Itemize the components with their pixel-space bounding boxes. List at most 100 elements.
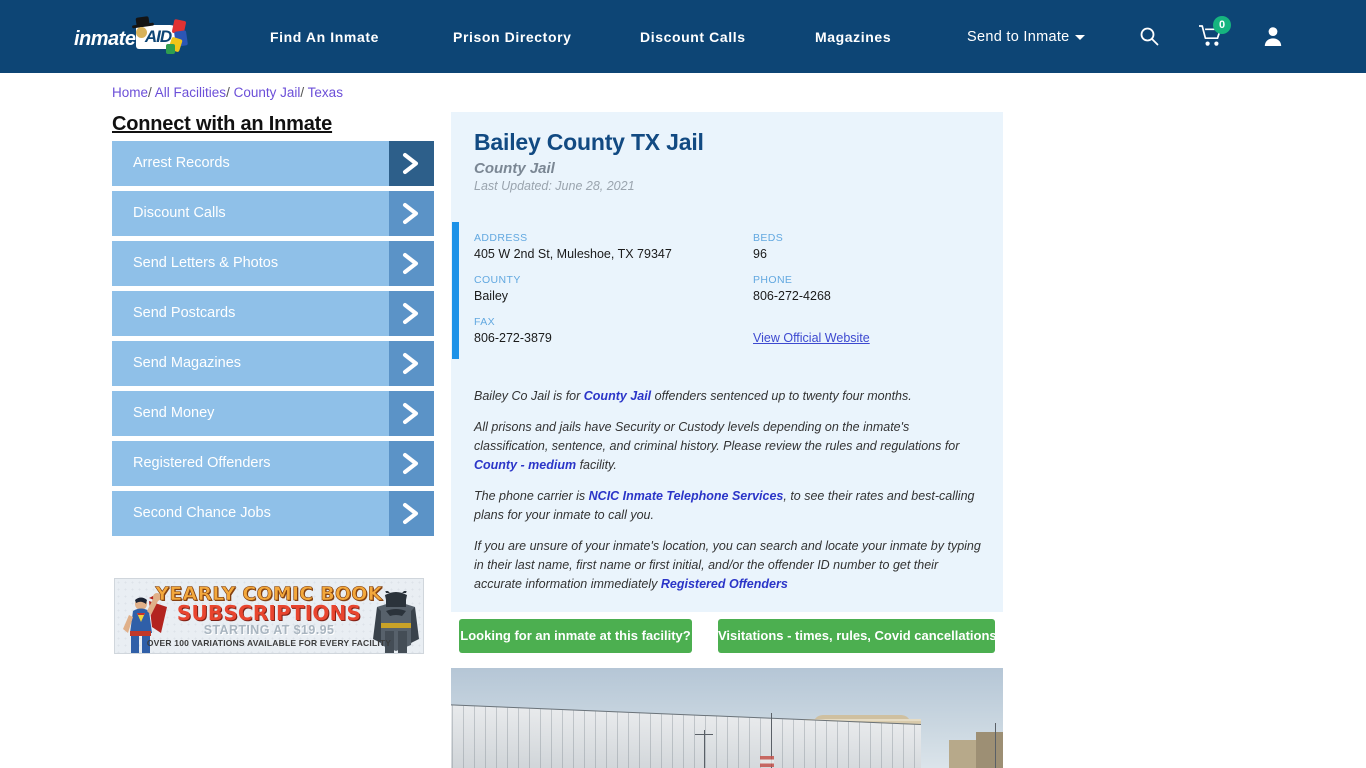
detail-address: ADDRESS 405 W 2nd St, Muleshoe, TX 79347 [474,232,672,261]
sidebar-item-label: Discount Calls [133,205,226,221]
photo-far-right-building [976,732,1003,768]
sidebar-item-second-chance-jobs[interactable]: Second Chance Jobs [112,491,434,536]
facility-type-label: County Jail [474,160,555,177]
facility-details-right-column: BEDS 96 PHONE 806-272-4268 View Official… [753,232,870,358]
chevron-right-icon [389,241,434,286]
p2-text-a: All prisons and jails have Security or C… [474,420,960,453]
sidebar-item-registered-offenders[interactable]: Registered Offenders [112,441,434,486]
county-jail-link[interactable]: County Jail [584,389,651,403]
ad-detail-text: OVER 100 VARIATIONS AVAILABLE FOR EVERY … [146,638,392,648]
breadcrumb-separator: / [226,85,230,100]
nav-item-find-an-inmate[interactable]: Find An Inmate [270,29,379,45]
chevron-down-icon [1074,34,1085,40]
detail-address-label: ADDRESS [474,232,528,244]
sidebar-item-arrest-records[interactable]: Arrest Records [112,141,434,186]
photo-antenna-pole [704,730,705,768]
facility-description: Bailey Co Jail is for County Jail offend… [474,387,986,606]
detail-fax-value: 806-272-3879 [474,331,552,345]
nav-item-send-to-inmate[interactable]: Send to Inmate [967,29,1085,45]
breadcrumb-separator: / [148,85,152,100]
description-paragraph-4: If you are unsure of your inmate's locat… [474,537,986,594]
sidebar-item-send-money[interactable]: Send Money [112,391,434,436]
detail-county-value: Bailey [474,289,509,303]
info-accent-bar [452,222,459,359]
chevron-right-icon [389,291,434,336]
p3-text-a: The phone carrier is [474,489,589,503]
chevron-right-icon [389,191,434,236]
detail-county: COUNTY Bailey [474,274,672,303]
nav-item-discount-calls[interactable]: Discount Calls [640,29,746,45]
detail-website: View Official Website [753,316,870,345]
breadcrumb-item-home[interactable]: Home [112,85,148,100]
photo-antenna-crossbar [695,734,713,735]
comic-book-subscription-ad[interactable]: YEARLY COMIC BOOK SUBSCRIPTIONS STARTING… [114,578,424,654]
detail-phone: PHONE 806-272-4268 [753,274,870,303]
breadcrumb: Home/ All Facilities/ County Jail/ Texas [112,85,343,100]
chevron-right-icon [389,141,434,186]
facility-details-left-column: ADDRESS 405 W 2nd St, Muleshoe, TX 79347… [474,232,672,358]
facility-info-card: Bailey County TX Jail County Jail Last U… [451,112,1003,612]
looking-for-inmate-button[interactable]: Looking for an inmate at this facility? [459,619,692,653]
detail-fax: FAX 806-272-3879 [474,316,672,345]
nav-item-magazines[interactable]: Magazines [815,29,891,45]
sidebar-item-label: Registered Offenders [133,455,271,471]
sidebar-item-label: Send Letters & Photos [133,255,279,271]
sidebar-item-label: Arrest Records [133,155,230,171]
sidebar-nav-list: Arrest Records Discount Calls Send Lette… [112,141,434,541]
p2-text-b: facility. [576,458,617,472]
detail-phone-label: PHONE [753,274,793,286]
description-paragraph-3: The phone carrier is NCIC Inmate Telepho… [474,487,986,525]
detail-beds-label: BEDS [753,232,784,244]
photo-right-pole [995,723,996,768]
sidebar-heading: Connect with an Inmate [112,113,333,135]
ncic-telephone-services-link[interactable]: NCIC Inmate Telephone Services [589,489,784,503]
site-logo[interactable]: inmate AID [74,18,188,57]
facility-photo[interactable] [451,668,1003,768]
detail-beds-value: 96 [753,247,767,261]
breadcrumb-item-texas[interactable]: Texas [308,85,343,100]
sidebar-item-label: Second Chance Jobs [133,505,271,521]
logo-wordmark: inmate [74,28,136,50]
page-title: Bailey County TX Jail [474,129,704,155]
logo-face-icon [136,27,147,38]
detail-fax-label: FAX [474,316,496,328]
ad-subheadline: SUBSCRIPTIONS [176,601,362,625]
user-account-icon[interactable] [1264,26,1282,46]
chevron-right-icon [389,391,434,436]
sidebar-item-send-postcards[interactable]: Send Postcards [112,291,434,336]
county-medium-link[interactable]: County - medium [474,458,576,472]
breadcrumb-separator: / [300,85,305,100]
description-paragraph-2: All prisons and jails have Security or C… [474,418,986,475]
sidebar-item-label: Send Money [133,405,215,421]
chevron-right-icon [389,341,434,386]
p1-text-a: Bailey Co Jail is for [474,389,584,403]
ad-price-text: STARTING AT $19.95 [203,623,335,637]
shopping-cart-icon[interactable]: 0 [1199,16,1231,49]
detail-county-label: COUNTY [474,274,521,286]
sidebar-item-label: Send Magazines [133,355,242,371]
view-official-website-link[interactable]: View Official Website [753,331,870,345]
description-paragraph-1: Bailey Co Jail is for County Jail offend… [474,387,986,406]
logo-card-green-icon [166,44,175,54]
search-icon[interactable] [1139,26,1159,46]
chevron-right-icon [389,491,434,536]
detail-phone-value: 806-272-4268 [753,289,831,303]
nav-item-send-to-inmate-label: Send to Inmate [967,29,1070,45]
last-updated-text: Last Updated: June 28, 2021 [474,179,635,193]
breadcrumb-item-county-jail[interactable]: County Jail [234,85,301,100]
chevron-right-icon [389,441,434,486]
breadcrumb-item-all-facilities[interactable]: All Facilities [155,85,226,100]
nav-item-prison-directory[interactable]: Prison Directory [453,29,572,45]
detail-beds: BEDS 96 [753,232,870,261]
p1-text-b: offenders sentenced up to twenty four mo… [651,389,912,403]
registered-offenders-link[interactable]: Registered Offenders [661,577,788,591]
photo-flag [760,756,774,767]
detail-address-value: 405 W 2nd St, Muleshoe, TX 79347 [474,247,672,261]
visitations-info-button[interactable]: Visitations - times, rules, Covid cancel… [718,619,997,653]
detail-website-spacer [753,316,870,328]
sidebar-item-send-magazines[interactable]: Send Magazines [112,341,434,386]
site-header: inmate AID Find An Inmate Prison Directo… [0,0,1366,73]
sidebar-item-label: Send Postcards [133,305,236,321]
sidebar-item-discount-calls[interactable]: Discount Calls [112,191,434,236]
sidebar-item-send-letters-photos[interactable]: Send Letters & Photos [112,241,434,286]
